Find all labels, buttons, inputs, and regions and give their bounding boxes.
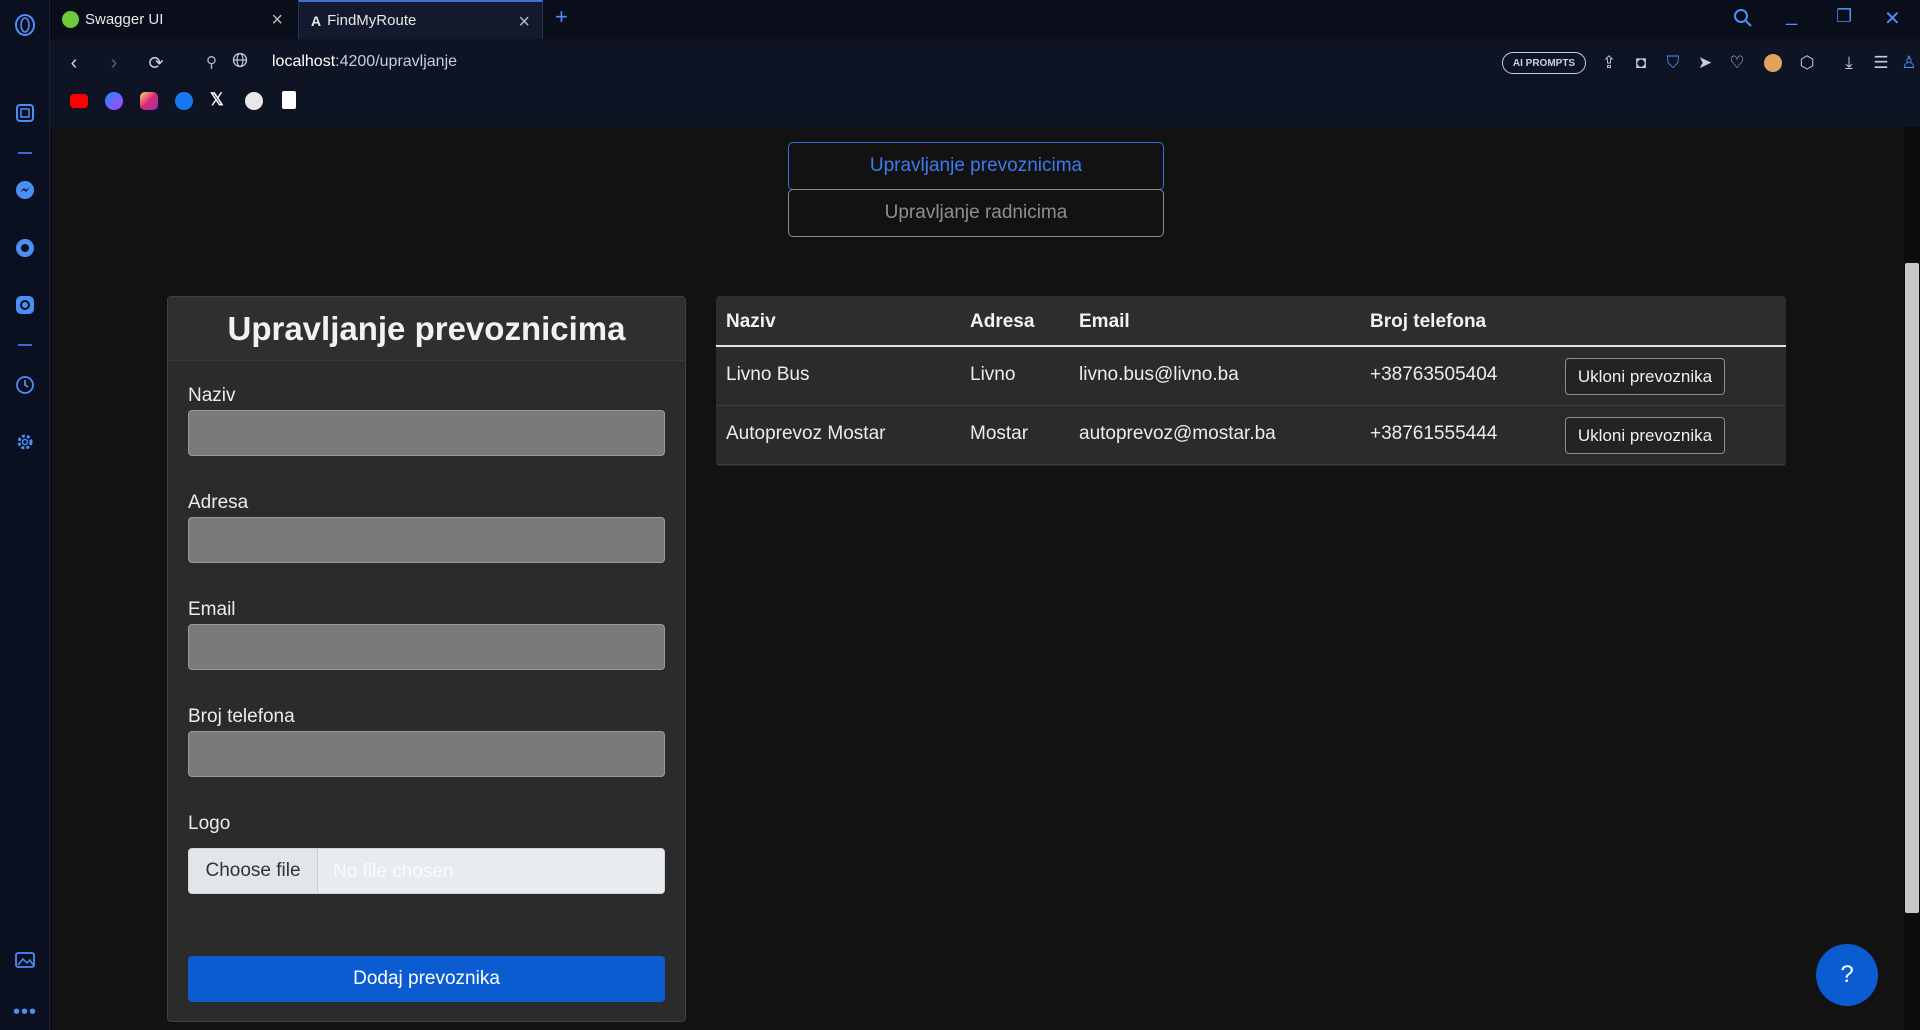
choose-file-button[interactable]: Choose file (189, 849, 318, 893)
site-info-icon[interactable]: ⚲ (206, 53, 217, 71)
cell-phone: +38763505404 (1370, 364, 1498, 385)
share-icon[interactable]: ⇪ (1596, 50, 1622, 76)
camera-icon[interactable]: ◘ (1628, 50, 1654, 76)
instagram-icon[interactable] (140, 92, 158, 110)
ai-assistant-icon[interactable] (13, 101, 37, 125)
rail-divider (18, 344, 32, 346)
swagger-icon (62, 11, 79, 28)
forward-icon[interactable]: › (100, 49, 128, 77)
heart-icon[interactable]: ♡ (1724, 50, 1750, 76)
close-tab-icon[interactable]: × (271, 9, 283, 32)
tab-title: Swagger UI (85, 11, 164, 28)
tab-strip: Swagger UI × A FindMyRoute × + _ ❐ ✕ (50, 0, 1920, 39)
profile-icon[interactable]: ♙ (1896, 50, 1920, 76)
send-icon[interactable]: ➤ (1692, 50, 1718, 76)
remove-carrier-button[interactable]: Ukloni prevoznika (1565, 417, 1725, 454)
gallery-icon[interactable] (13, 948, 37, 972)
carriers-table: Naziv Adresa Email Broj telefona Livno B… (716, 296, 1786, 466)
search-tabs-icon[interactable] (1732, 7, 1756, 31)
column-header-phone: Broj telefona (1370, 311, 1487, 332)
document-icon[interactable] (282, 91, 296, 109)
tab-title: FindMyRoute (327, 12, 417, 29)
address-bar-area: ‹ › ⟳ ⚲ localhost:4200/upravljanje AI PR… (50, 39, 1920, 127)
reload-icon[interactable]: ⟳ (142, 49, 170, 77)
carriers-management-button[interactable]: Upravljanje prevoznicima (788, 142, 1164, 190)
form-title: Upravljanje prevoznicima (168, 297, 685, 361)
logo-file-input[interactable]: Choose file No file chosen (188, 848, 665, 894)
cell-address: Mostar (970, 423, 1029, 444)
table-row: Livno Bus Livno livno.bus@livno.ba +3876… (716, 347, 1786, 406)
workers-management-button[interactable]: Upravljanje radnicima (788, 189, 1164, 237)
tab-swagger[interactable]: Swagger UI × (50, 0, 295, 39)
more-icon[interactable]: ••• (13, 1000, 37, 1024)
whatsapp-icon[interactable] (13, 236, 37, 260)
easy-setup-icon[interactable]: ☰ (1868, 50, 1894, 76)
name-input[interactable] (188, 410, 665, 456)
globe-icon (232, 52, 248, 68)
column-header-name: Naziv (726, 311, 776, 332)
address-label: Adresa (188, 492, 249, 513)
close-tab-icon[interactable]: × (518, 11, 530, 34)
add-carrier-button[interactable]: Dodaj prevoznika (188, 956, 665, 1002)
minimize-button[interactable]: _ (1786, 4, 1797, 27)
column-header-email: Email (1079, 311, 1130, 332)
cell-address: Livno (970, 364, 1016, 385)
x-icon[interactable]: 𝕏 (210, 90, 224, 110)
angular-icon: A (311, 12, 322, 29)
logo-label: Logo (188, 813, 231, 834)
extensions-cube-icon[interactable]: ⬡ (1794, 50, 1820, 76)
address-input[interactable] (188, 517, 665, 563)
help-button[interactable]: ? (1816, 944, 1878, 1006)
messenger-icon[interactable] (13, 178, 37, 202)
column-header-address: Adresa (970, 311, 1035, 332)
scrollbar-thumb[interactable] (1905, 263, 1919, 913)
email-label: Email (188, 599, 236, 620)
ai-prompts-button[interactable]: AI PROMPTS (1502, 52, 1586, 74)
remove-carrier-button[interactable]: Ukloni prevoznika (1565, 358, 1725, 395)
cell-name: Autoprevoz Mostar (726, 423, 886, 444)
opera-logo-icon[interactable] (13, 13, 37, 37)
extension-avatar-icon[interactable] (1760, 50, 1786, 76)
messenger-icon[interactable] (105, 92, 123, 110)
cell-email: livno.bus@livno.ba (1079, 364, 1239, 385)
new-tab-button[interactable]: + (555, 4, 568, 30)
browser-sidebar: ••• (0, 0, 50, 1030)
tab-findmyroute[interactable]: A FindMyRoute × (298, 0, 543, 39)
cell-phone: +38761555444 (1370, 423, 1498, 444)
history-icon[interactable] (13, 373, 37, 397)
phone-label: Broj telefona (188, 706, 295, 727)
url-path: :4200/upravljanje (335, 53, 458, 70)
vpn-shield-icon[interactable]: ⛉ (1660, 50, 1686, 76)
chatgpt-icon[interactable] (245, 92, 263, 110)
rail-divider (18, 152, 32, 154)
restore-button[interactable]: ❐ (1836, 6, 1852, 27)
name-label: Naziv (188, 385, 236, 406)
email-input[interactable] (188, 624, 665, 670)
carrier-form-card: Upravljanje prevoznicima Naziv Adresa Em… (167, 296, 686, 1022)
back-icon[interactable]: ‹ (60, 49, 88, 77)
url-host: localhost (272, 53, 336, 70)
url-field[interactable]: localhost:4200/upravljanje (272, 53, 457, 71)
settings-gear-icon[interactable] (13, 430, 37, 454)
youtube-icon[interactable] (70, 94, 88, 108)
cell-name: Livno Bus (726, 364, 810, 385)
cell-email: autoprevoz@mostar.ba (1079, 423, 1276, 444)
file-status-text: No file chosen (333, 861, 454, 882)
close-window-button[interactable]: ✕ (1884, 6, 1901, 31)
facebook-icon[interactable] (175, 92, 193, 110)
instagram-icon[interactable] (13, 293, 37, 317)
download-icon[interactable]: ⤓ (1836, 50, 1862, 76)
phone-input[interactable] (188, 731, 665, 777)
table-header: Naziv Adresa Email Broj telefona (716, 296, 1786, 347)
table-row: Autoprevoz Mostar Mostar autoprevoz@most… (716, 406, 1786, 465)
